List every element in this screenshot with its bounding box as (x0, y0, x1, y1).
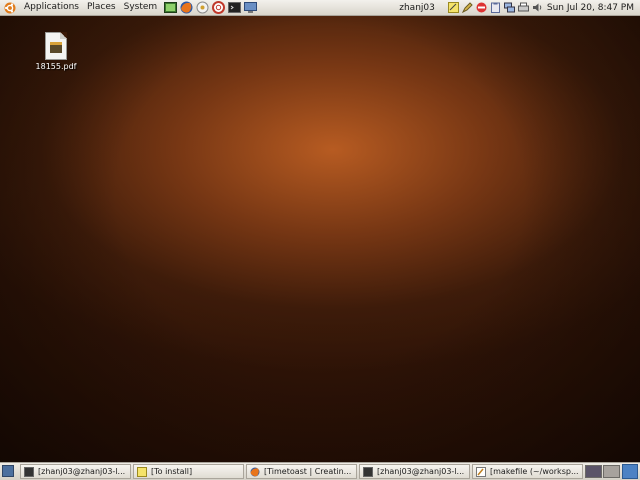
terminal-icon (24, 466, 34, 477)
evolution-icon[interactable] (196, 1, 209, 14)
workspace-2[interactable] (603, 465, 620, 478)
taskbar-item-label: [zhanj03@zhanj03-l... (38, 467, 126, 476)
printer-icon[interactable] (517, 2, 529, 13)
places-menu[interactable]: Places (83, 0, 120, 15)
username-label[interactable]: zhanj03 (399, 3, 435, 13)
desktop-file-label: 18155.pdf (35, 62, 77, 71)
taskbar-item-label: [Timetoast | Creatin... (264, 467, 352, 476)
taskbar-item-makefile[interactable]: [makefile (~/worksp... (472, 464, 583, 479)
stop-icon[interactable] (476, 2, 487, 13)
taskbar-item-label: [zhanj03@zhanj03-l... (377, 467, 465, 476)
terminal-icon[interactable] (228, 1, 242, 14)
desktop[interactable]: 18155.pdf (0, 16, 640, 462)
taskbar-item-terminal-2[interactable]: [zhanj03@zhanj03-l... (359, 464, 470, 479)
show-desktop-button[interactable] (2, 465, 14, 477)
trash-icon[interactable] (622, 464, 638, 479)
workspace-1[interactable] (585, 465, 602, 478)
ubuntu-logo-icon[interactable] (4, 2, 16, 14)
terminal-icon (363, 466, 373, 477)
terminal-launcher-icon[interactable] (164, 1, 178, 14)
applications-menu[interactable]: Applications (20, 0, 83, 15)
pen-icon[interactable] (461, 2, 473, 14)
firefox-icon (250, 467, 260, 477)
taskbar-item-label: [To install] (151, 467, 193, 476)
network-icon[interactable] (503, 2, 515, 13)
firefox-icon[interactable] (180, 1, 193, 14)
desktop-file-18155-pdf[interactable]: 18155.pdf (30, 32, 82, 71)
taskbar-item-to-install[interactable]: [To install] (133, 464, 244, 479)
taskbar-item-timetoast[interactable]: [Timetoast | Creatin... (246, 464, 357, 479)
top-panel-right: zhanj03 Sun Jul 20, 8:47 PM (399, 0, 640, 15)
help-icon[interactable] (212, 1, 226, 14)
clipboard-icon[interactable] (490, 2, 501, 13)
clock[interactable]: Sun Jul 20, 8:47 PM (547, 3, 634, 13)
bottom-panel: [zhanj03@zhanj03-l... [To install] [Time… (0, 462, 640, 480)
taskbar-item-label: [makefile (~/worksp... (490, 467, 579, 476)
system-menu[interactable]: System (120, 0, 162, 15)
notes-icon[interactable] (447, 2, 459, 13)
editor-icon (476, 466, 486, 477)
monitor-icon[interactable] (244, 1, 258, 14)
note-icon (137, 466, 147, 477)
volume-icon[interactable] (532, 2, 543, 13)
wallpaper-vignette (0, 16, 640, 462)
taskbar-item-terminal-1[interactable]: [zhanj03@zhanj03-l... (20, 464, 131, 479)
pdf-file-icon (45, 32, 67, 60)
top-panel: Applications Places System zhanj03 Sun J… (0, 0, 640, 16)
